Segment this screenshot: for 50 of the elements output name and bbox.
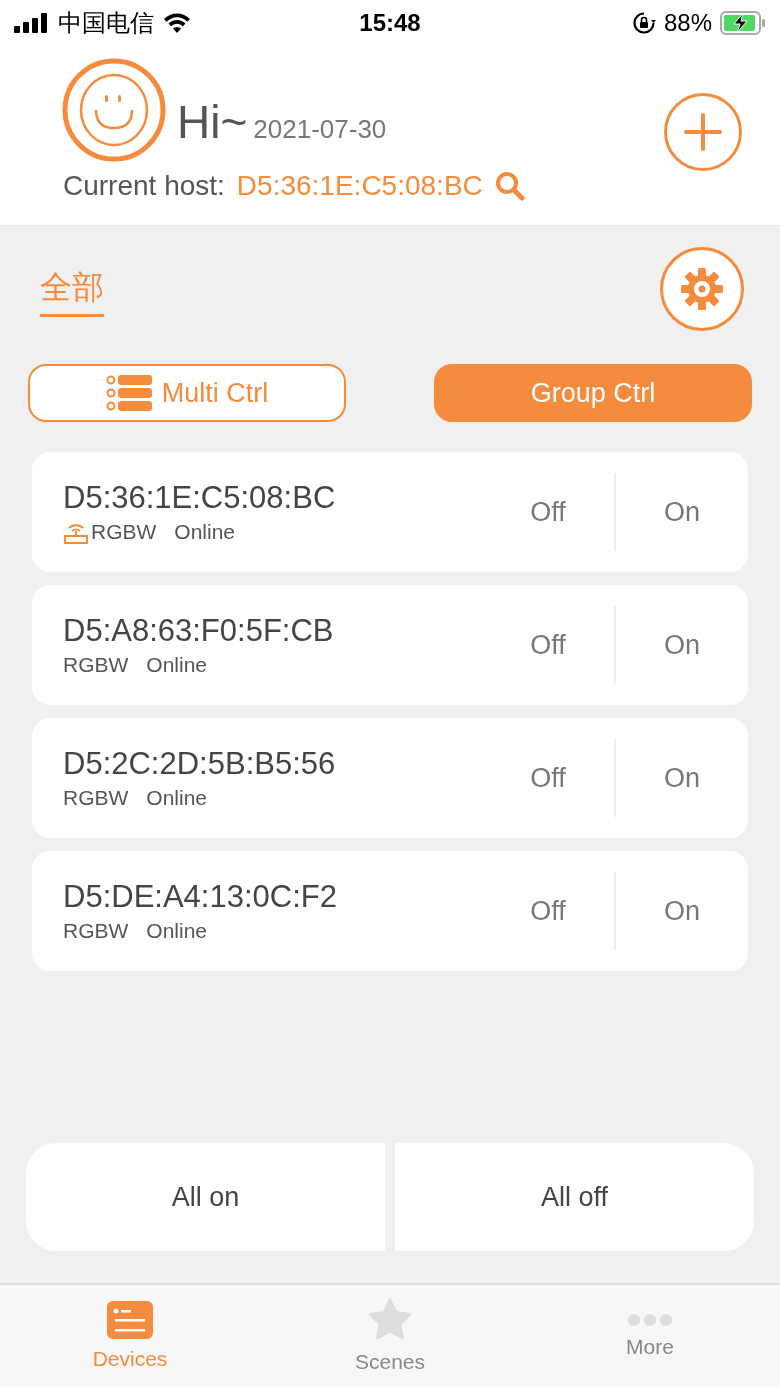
device-card[interactable]: D5:DE:A4:13:0C:F2 RGBW Online Off On: [32, 851, 748, 971]
device-card[interactable]: D5:36:1E:C5:08:BC RGBW Online Off On: [32, 452, 748, 572]
battery-charging-icon: [720, 10, 766, 35]
device-address: D5:A8:63:F0:5F:CB: [63, 613, 335, 649]
device-address: D5:36:1E:C5:08:BC: [63, 480, 337, 516]
smiley-avatar-icon: [62, 58, 166, 162]
rotation-lock-icon: [631, 10, 656, 35]
wifi-icon: [162, 11, 192, 34]
star-icon: [367, 1298, 413, 1342]
clock-time: 15:48: [359, 8, 421, 37]
tab-bar-item[interactable]: Devices: [0, 1285, 260, 1387]
device-status: Online: [146, 653, 208, 677]
mode-tab[interactable]: Group Ctrl: [434, 364, 752, 422]
all-on-button[interactable]: All on: [26, 1143, 385, 1251]
device-card[interactable]: D5:2C:2D:5B:B5:56 RGBW Online Off On: [32, 718, 748, 838]
device-status: Online: [146, 919, 208, 943]
list-icon: [107, 1301, 153, 1339]
device-card[interactable]: D5:A8:63:F0:5F:CB RGBW Online Off On: [32, 585, 748, 705]
search-icon[interactable]: [494, 171, 525, 201]
tab-bar-item[interactable]: More: [520, 1285, 780, 1387]
battery-percent: 88%: [663, 8, 712, 37]
list-icon: [105, 375, 152, 411]
plus-icon: [683, 112, 723, 152]
all-off-button[interactable]: All off: [395, 1143, 754, 1251]
off-button[interactable]: Off: [482, 452, 614, 572]
signal-icon: [14, 12, 50, 33]
device-status: Online: [146, 786, 208, 810]
more-icon: [627, 1313, 673, 1327]
on-button[interactable]: On: [616, 452, 748, 572]
greeting-text: Hi~: [177, 95, 248, 149]
device-address: D5:2C:2D:5B:B5:56: [63, 746, 337, 782]
device-address: D5:DE:A4:13:0C:F2: [63, 879, 338, 915]
carrier-name: 中国电信: [58, 7, 154, 38]
off-button[interactable]: Off: [482, 718, 614, 838]
tab-bar-item[interactable]: Scenes: [260, 1285, 520, 1387]
device-type: RGBW: [63, 786, 129, 810]
device-type: RGBW: [91, 520, 157, 544]
off-button[interactable]: Off: [482, 585, 614, 705]
off-button[interactable]: Off: [482, 851, 614, 971]
on-button[interactable]: On: [616, 585, 748, 705]
mode-tab[interactable]: Multi Ctrl: [28, 364, 346, 422]
host-label: Current host:: [63, 170, 225, 202]
gear-icon: [679, 266, 725, 312]
device-type: RGBW: [63, 653, 129, 677]
on-button[interactable]: On: [616, 718, 748, 838]
device-status: Online: [174, 520, 236, 544]
on-button[interactable]: On: [616, 851, 748, 971]
date-text: 2021-07-30: [253, 114, 387, 145]
host-address: D5:36:1E:C5:08:BC: [236, 170, 483, 202]
device-type: RGBW: [63, 919, 129, 943]
